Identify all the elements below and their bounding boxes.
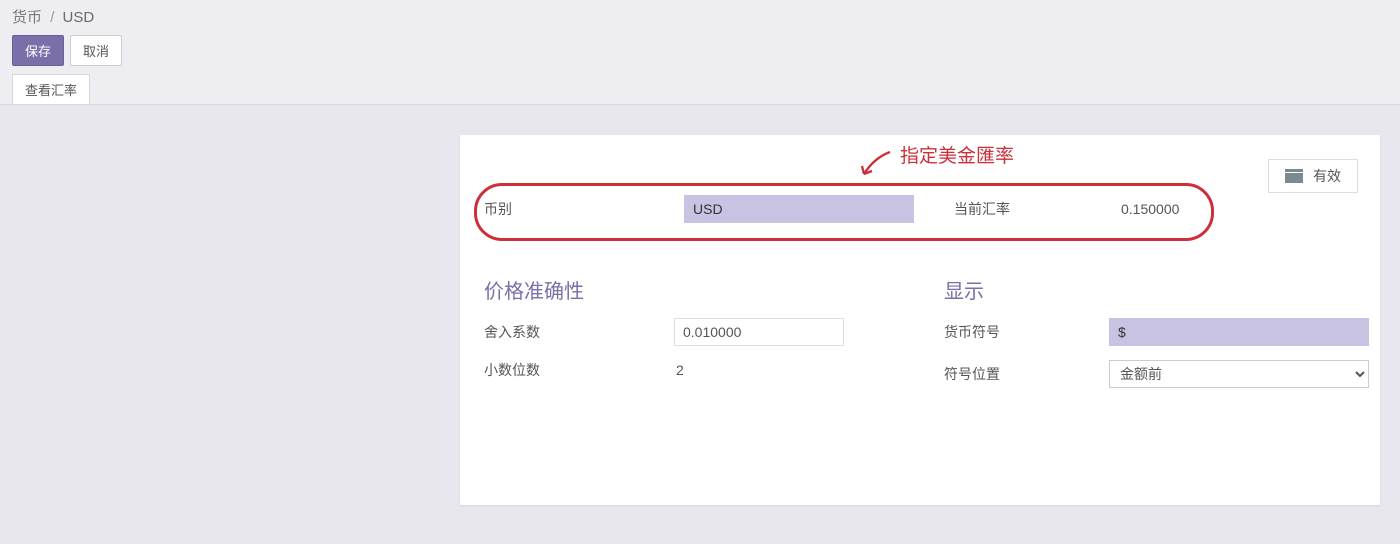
- header-area: 货币 / USD 保存 取消 查看汇率: [0, 0, 1400, 104]
- discard-button[interactable]: 取消: [70, 35, 122, 66]
- position-row: 符号位置 金额前: [944, 360, 1369, 388]
- position-label: 符号位置: [944, 364, 1109, 384]
- symbol-input[interactable]: [1109, 318, 1369, 346]
- form-panel: 指定美金匯率 有效 币别 当前汇率 0.150000 价格准确性 舍入系数: [460, 135, 1380, 505]
- currency-field: 币别: [484, 195, 914, 223]
- arrow-icon: [860, 150, 894, 180]
- display-title: 显示: [944, 275, 1369, 304]
- tab-row: 查看汇率: [12, 74, 1388, 104]
- position-select[interactable]: 金额前: [1109, 360, 1369, 388]
- rounding-row: 舍入系数: [484, 318, 944, 346]
- action-row: 保存 取消: [12, 35, 1388, 66]
- display-section: 显示 货币符号 符号位置 金额前: [944, 275, 1369, 402]
- currency-input[interactable]: [684, 195, 914, 223]
- rounding-label: 舍入系数: [484, 322, 674, 342]
- archive-icon: [1285, 169, 1303, 183]
- decimal-value: 2: [674, 362, 684, 378]
- breadcrumb: 货币 / USD: [12, 6, 1388, 27]
- rate-value: 0.150000: [1119, 201, 1179, 217]
- annotation-text: 指定美金匯率: [900, 141, 1014, 168]
- status-label: 有效: [1313, 166, 1341, 186]
- status-button[interactable]: 有效: [1268, 159, 1358, 193]
- save-button[interactable]: 保存: [12, 35, 64, 66]
- currency-label: 币别: [484, 199, 684, 219]
- breadcrumb-root[interactable]: 货币: [12, 9, 42, 26]
- decimal-row: 小数位数 2: [484, 360, 944, 380]
- rate-field: 当前汇率 0.150000: [954, 199, 1179, 219]
- currency-row: 币别 当前汇率 0.150000: [484, 195, 1356, 223]
- decimal-label: 小数位数: [484, 360, 674, 380]
- accuracy-title: 价格准确性: [484, 275, 944, 304]
- symbol-label: 货币符号: [944, 322, 1109, 342]
- annotation-label: 指定美金匯率: [860, 141, 1014, 168]
- rounding-input[interactable]: [674, 318, 844, 346]
- breadcrumb-current: USD: [63, 9, 95, 26]
- tab-view-rates[interactable]: 查看汇率: [12, 74, 90, 104]
- symbol-row: 货币符号: [944, 318, 1369, 346]
- breadcrumb-separator: /: [50, 9, 54, 26]
- rate-label: 当前汇率: [954, 199, 1119, 219]
- accuracy-section: 价格准确性 舍入系数 小数位数 2: [484, 275, 944, 402]
- panel-container: 指定美金匯率 有效 币别 当前汇率 0.150000 价格准确性 舍入系数: [0, 104, 1400, 544]
- sections: 价格准确性 舍入系数 小数位数 2 显示 货币符号 符号位置: [484, 275, 1356, 402]
